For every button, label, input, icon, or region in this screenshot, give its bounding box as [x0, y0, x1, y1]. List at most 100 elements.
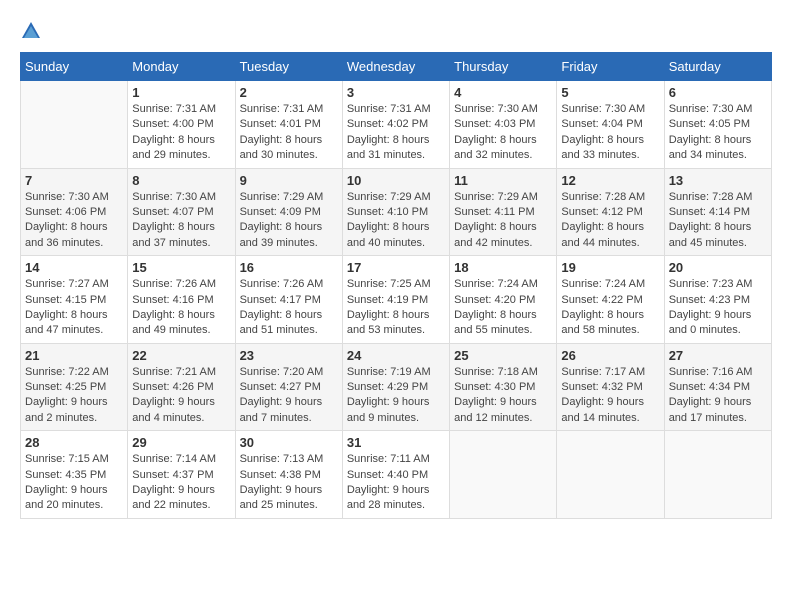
sunrise-text: Sunrise: 7:30 AM — [561, 103, 645, 115]
weekday-header-wednesday: Wednesday — [342, 53, 449, 81]
daylight-text: Daylight: 9 hours and 0 minutes. — [669, 309, 752, 336]
calendar-cell: 20 Sunrise: 7:23 AM Sunset: 4:23 PM Dayl… — [664, 256, 771, 344]
day-info: Sunrise: 7:26 AM Sunset: 4:17 PM Dayligh… — [240, 277, 338, 339]
sunrise-text: Sunrise: 7:30 AM — [454, 103, 538, 115]
calendar-cell: 16 Sunrise: 7:26 AM Sunset: 4:17 PM Dayl… — [235, 256, 342, 344]
day-number: 11 — [454, 173, 552, 188]
day-number: 29 — [132, 435, 230, 450]
sunrise-text: Sunrise: 7:19 AM — [347, 366, 431, 378]
daylight-text: Daylight: 8 hours and 49 minutes. — [132, 309, 215, 336]
day-number: 30 — [240, 435, 338, 450]
calendar-cell: 26 Sunrise: 7:17 AM Sunset: 4:32 PM Dayl… — [557, 343, 664, 431]
calendar-cell: 11 Sunrise: 7:29 AM Sunset: 4:11 PM Dayl… — [450, 168, 557, 256]
day-number: 10 — [347, 173, 445, 188]
day-number: 19 — [561, 260, 659, 275]
day-number: 7 — [25, 173, 123, 188]
day-info: Sunrise: 7:19 AM Sunset: 4:29 PM Dayligh… — [347, 365, 445, 427]
calendar-cell: 7 Sunrise: 7:30 AM Sunset: 4:06 PM Dayli… — [21, 168, 128, 256]
day-info: Sunrise: 7:30 AM Sunset: 4:07 PM Dayligh… — [132, 190, 230, 252]
daylight-text: Daylight: 8 hours and 36 minutes. — [25, 221, 108, 248]
calendar-table: SundayMondayTuesdayWednesdayThursdayFrid… — [20, 52, 772, 519]
daylight-text: Daylight: 8 hours and 30 minutes. — [240, 134, 323, 161]
day-number: 8 — [132, 173, 230, 188]
sunset-text: Sunset: 4:09 PM — [240, 206, 321, 218]
sunrise-text: Sunrise: 7:24 AM — [561, 278, 645, 290]
sunset-text: Sunset: 4:12 PM — [561, 206, 642, 218]
sunset-text: Sunset: 4:11 PM — [454, 206, 535, 218]
daylight-text: Daylight: 9 hours and 28 minutes. — [347, 484, 430, 511]
sunset-text: Sunset: 4:29 PM — [347, 381, 428, 393]
daylight-text: Daylight: 8 hours and 29 minutes. — [132, 134, 215, 161]
sunrise-text: Sunrise: 7:24 AM — [454, 278, 538, 290]
sunset-text: Sunset: 4:37 PM — [132, 469, 213, 481]
sunset-text: Sunset: 4:38 PM — [240, 469, 321, 481]
day-number: 20 — [669, 260, 767, 275]
calendar-cell: 18 Sunrise: 7:24 AM Sunset: 4:20 PM Dayl… — [450, 256, 557, 344]
day-info: Sunrise: 7:29 AM Sunset: 4:11 PM Dayligh… — [454, 190, 552, 252]
sunset-text: Sunset: 4:19 PM — [347, 294, 428, 306]
calendar-cell: 8 Sunrise: 7:30 AM Sunset: 4:07 PM Dayli… — [128, 168, 235, 256]
logo-icon — [20, 20, 42, 42]
day-number: 5 — [561, 85, 659, 100]
sunrise-text: Sunrise: 7:21 AM — [132, 366, 216, 378]
day-info: Sunrise: 7:24 AM Sunset: 4:20 PM Dayligh… — [454, 277, 552, 339]
daylight-text: Daylight: 8 hours and 39 minutes. — [240, 221, 323, 248]
sunset-text: Sunset: 4:03 PM — [454, 118, 535, 130]
sunrise-text: Sunrise: 7:29 AM — [347, 191, 431, 203]
sunrise-text: Sunrise: 7:18 AM — [454, 366, 538, 378]
sunrise-text: Sunrise: 7:31 AM — [240, 103, 324, 115]
day-info: Sunrise: 7:28 AM Sunset: 4:12 PM Dayligh… — [561, 190, 659, 252]
daylight-text: Daylight: 9 hours and 20 minutes. — [25, 484, 108, 511]
sunset-text: Sunset: 4:00 PM — [132, 118, 213, 130]
calendar-cell — [557, 431, 664, 519]
daylight-text: Daylight: 8 hours and 58 minutes. — [561, 309, 644, 336]
sunset-text: Sunset: 4:06 PM — [25, 206, 106, 218]
daylight-text: Daylight: 8 hours and 55 minutes. — [454, 309, 537, 336]
weekday-header-saturday: Saturday — [664, 53, 771, 81]
day-info: Sunrise: 7:31 AM Sunset: 4:01 PM Dayligh… — [240, 102, 338, 164]
sunrise-text: Sunrise: 7:28 AM — [669, 191, 753, 203]
sunset-text: Sunset: 4:20 PM — [454, 294, 535, 306]
day-number: 25 — [454, 348, 552, 363]
day-info: Sunrise: 7:28 AM Sunset: 4:14 PM Dayligh… — [669, 190, 767, 252]
weekday-header-sunday: Sunday — [21, 53, 128, 81]
calendar-cell: 25 Sunrise: 7:18 AM Sunset: 4:30 PM Dayl… — [450, 343, 557, 431]
daylight-text: Daylight: 8 hours and 53 minutes. — [347, 309, 430, 336]
daylight-text: Daylight: 9 hours and 12 minutes. — [454, 396, 537, 423]
calendar-cell: 6 Sunrise: 7:30 AM Sunset: 4:05 PM Dayli… — [664, 81, 771, 169]
calendar-cell: 17 Sunrise: 7:25 AM Sunset: 4:19 PM Dayl… — [342, 256, 449, 344]
day-number: 27 — [669, 348, 767, 363]
calendar-cell — [21, 81, 128, 169]
calendar-cell: 23 Sunrise: 7:20 AM Sunset: 4:27 PM Dayl… — [235, 343, 342, 431]
calendar-week-row: 21 Sunrise: 7:22 AM Sunset: 4:25 PM Dayl… — [21, 343, 772, 431]
sunrise-text: Sunrise: 7:25 AM — [347, 278, 431, 290]
calendar-cell — [450, 431, 557, 519]
day-info: Sunrise: 7:21 AM Sunset: 4:26 PM Dayligh… — [132, 365, 230, 427]
weekday-header-row: SundayMondayTuesdayWednesdayThursdayFrid… — [21, 53, 772, 81]
daylight-text: Daylight: 9 hours and 17 minutes. — [669, 396, 752, 423]
daylight-text: Daylight: 8 hours and 40 minutes. — [347, 221, 430, 248]
sunset-text: Sunset: 4:27 PM — [240, 381, 321, 393]
sunrise-text: Sunrise: 7:17 AM — [561, 366, 645, 378]
daylight-text: Daylight: 8 hours and 37 minutes. — [132, 221, 215, 248]
day-number: 1 — [132, 85, 230, 100]
weekday-header-monday: Monday — [128, 53, 235, 81]
sunset-text: Sunset: 4:10 PM — [347, 206, 428, 218]
day-number: 16 — [240, 260, 338, 275]
day-number: 24 — [347, 348, 445, 363]
calendar-cell: 15 Sunrise: 7:26 AM Sunset: 4:16 PM Dayl… — [128, 256, 235, 344]
calendar-cell: 28 Sunrise: 7:15 AM Sunset: 4:35 PM Dayl… — [21, 431, 128, 519]
daylight-text: Daylight: 8 hours and 51 minutes. — [240, 309, 323, 336]
day-number: 6 — [669, 85, 767, 100]
day-info: Sunrise: 7:18 AM Sunset: 4:30 PM Dayligh… — [454, 365, 552, 427]
sunset-text: Sunset: 4:16 PM — [132, 294, 213, 306]
sunrise-text: Sunrise: 7:30 AM — [25, 191, 109, 203]
day-number: 9 — [240, 173, 338, 188]
sunrise-text: Sunrise: 7:13 AM — [240, 453, 324, 465]
day-info: Sunrise: 7:23 AM Sunset: 4:23 PM Dayligh… — [669, 277, 767, 339]
day-info: Sunrise: 7:13 AM Sunset: 4:38 PM Dayligh… — [240, 452, 338, 514]
daylight-text: Daylight: 8 hours and 34 minutes. — [669, 134, 752, 161]
sunset-text: Sunset: 4:15 PM — [25, 294, 106, 306]
calendar-week-row: 7 Sunrise: 7:30 AM Sunset: 4:06 PM Dayli… — [21, 168, 772, 256]
calendar-cell: 10 Sunrise: 7:29 AM Sunset: 4:10 PM Dayl… — [342, 168, 449, 256]
